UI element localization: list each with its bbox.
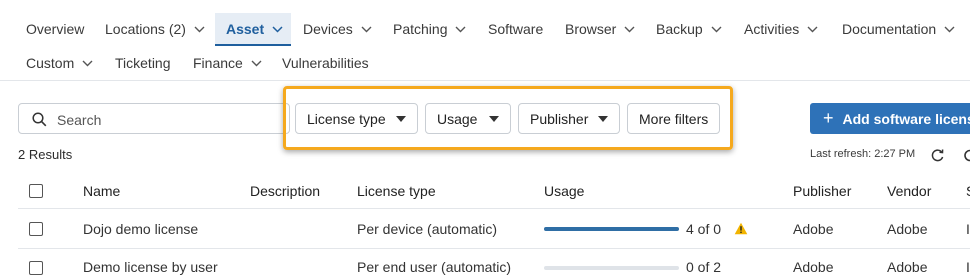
usage-filter[interactable]: Usage bbox=[425, 103, 511, 134]
tab-activities[interactable]: Activities bbox=[744, 19, 818, 39]
chevron-down-icon bbox=[82, 60, 93, 67]
column-header-vendor[interactable]: Vendor bbox=[887, 183, 931, 199]
tab-custom[interactable]: Custom bbox=[26, 53, 93, 73]
chevron-down-icon bbox=[361, 26, 372, 33]
select-all-checkbox[interactable] bbox=[29, 184, 43, 198]
search-input[interactable] bbox=[55, 104, 289, 135]
tab-label: Vulnerabilities bbox=[282, 55, 369, 71]
search-box[interactable] bbox=[18, 103, 290, 135]
column-header-description[interactable]: Description bbox=[250, 183, 320, 199]
add-button-label: Add software license bbox=[842, 110, 970, 127]
plus-icon: + bbox=[823, 108, 834, 128]
license-name[interactable]: Demo license by user bbox=[83, 259, 218, 275]
chevron-down-icon bbox=[272, 25, 283, 33]
last-refresh: Last refresh: 2:27 PM bbox=[810, 148, 916, 160]
tab-label: Custom bbox=[26, 55, 75, 71]
chevron-down-icon bbox=[711, 26, 722, 33]
caret-down-icon bbox=[489, 115, 499, 122]
publisher-filter[interactable]: Publisher bbox=[518, 103, 620, 134]
search-icon bbox=[32, 112, 47, 127]
chevron-down-icon bbox=[251, 60, 262, 67]
results-count: 2 Results bbox=[18, 147, 73, 162]
publisher: Adobe bbox=[793, 221, 834, 237]
more-filters-button[interactable]: More filters bbox=[627, 103, 720, 134]
add-software-license-button[interactable]: + Add software license bbox=[810, 103, 970, 134]
column-header-extra[interactable]: S bbox=[966, 183, 970, 199]
license-type: Per end user (automatic) bbox=[357, 259, 512, 275]
tab-patching[interactable]: Patching bbox=[393, 19, 466, 39]
chevron-down-icon bbox=[944, 26, 955, 33]
tab-label: Finance bbox=[193, 55, 243, 71]
row-checkbox[interactable] bbox=[29, 261, 43, 275]
tab-locations[interactable]: Locations (2) bbox=[105, 19, 205, 39]
row-divider bbox=[18, 208, 970, 209]
filter-label: More filters bbox=[639, 110, 709, 127]
tab-backup[interactable]: Backup bbox=[656, 19, 722, 39]
chevron-down-icon bbox=[194, 26, 205, 33]
publisher: Adobe bbox=[793, 259, 834, 275]
license-type-filter[interactable]: License type bbox=[295, 103, 418, 134]
tab-label: Devices bbox=[303, 21, 353, 37]
tab-label: Activities bbox=[744, 21, 800, 37]
caret-down-icon bbox=[598, 115, 608, 122]
tab-devices[interactable]: Devices bbox=[303, 19, 372, 39]
extra-cell: I bbox=[966, 221, 970, 237]
tab-label: Overview bbox=[26, 21, 85, 37]
refresh-icon[interactable] bbox=[930, 148, 945, 163]
license-type: Per device (automatic) bbox=[357, 221, 498, 237]
tab-asset[interactable]: Asset bbox=[226, 19, 283, 39]
tab-label: Locations (2) bbox=[105, 21, 186, 37]
tab-label: Patching bbox=[393, 21, 448, 37]
usage-text: 0 of 2 bbox=[686, 259, 722, 275]
row-divider bbox=[18, 248, 970, 249]
vendor: Adobe bbox=[887, 221, 928, 237]
filter-label: Publisher bbox=[530, 110, 589, 127]
tab-vulnerabilities[interactable]: Vulnerabilities bbox=[282, 53, 369, 73]
chevron-down-icon bbox=[624, 26, 635, 33]
tab-overview[interactable]: Overview bbox=[26, 19, 84, 39]
column-header-publisher[interactable]: Publisher bbox=[793, 183, 851, 199]
warning-icon bbox=[734, 222, 748, 235]
usage-bar bbox=[544, 266, 679, 270]
chevron-down-icon bbox=[455, 26, 466, 33]
active-tab-underline bbox=[215, 44, 291, 46]
caret-down-icon bbox=[396, 115, 406, 122]
vendor: Adobe bbox=[887, 259, 928, 275]
chevron-down-icon bbox=[807, 26, 818, 33]
settings-icon[interactable] bbox=[963, 148, 970, 163]
usage-text: 4 of 0 bbox=[686, 221, 722, 237]
tab-label: Documentation bbox=[842, 21, 937, 37]
filter-label: Usage bbox=[437, 110, 478, 127]
tab-ticketing[interactable]: Ticketing bbox=[115, 53, 171, 73]
tab-label: Ticketing bbox=[115, 55, 171, 71]
tab-label: Software bbox=[488, 21, 544, 37]
tab-browser[interactable]: Browser bbox=[565, 19, 635, 39]
column-header-name[interactable]: Name bbox=[83, 183, 120, 199]
tab-documentation[interactable]: Documentation bbox=[842, 19, 955, 39]
extra-cell: I bbox=[966, 259, 970, 275]
usage-bar-fill bbox=[544, 227, 679, 231]
filter-label: License type bbox=[307, 110, 386, 127]
tab-finance[interactable]: Finance bbox=[193, 53, 262, 73]
column-header-usage[interactable]: Usage bbox=[544, 183, 584, 199]
usage-bar bbox=[544, 227, 679, 231]
tab-label: Asset bbox=[226, 21, 265, 37]
license-name[interactable]: Dojo demo license bbox=[83, 221, 198, 237]
column-header-license-type[interactable]: License type bbox=[357, 183, 436, 199]
row-checkbox[interactable] bbox=[29, 222, 43, 236]
tab-software[interactable]: Software bbox=[488, 19, 543, 39]
tab-label: Browser bbox=[565, 21, 617, 37]
nav-divider bbox=[0, 80, 970, 81]
tab-label: Backup bbox=[656, 21, 703, 37]
